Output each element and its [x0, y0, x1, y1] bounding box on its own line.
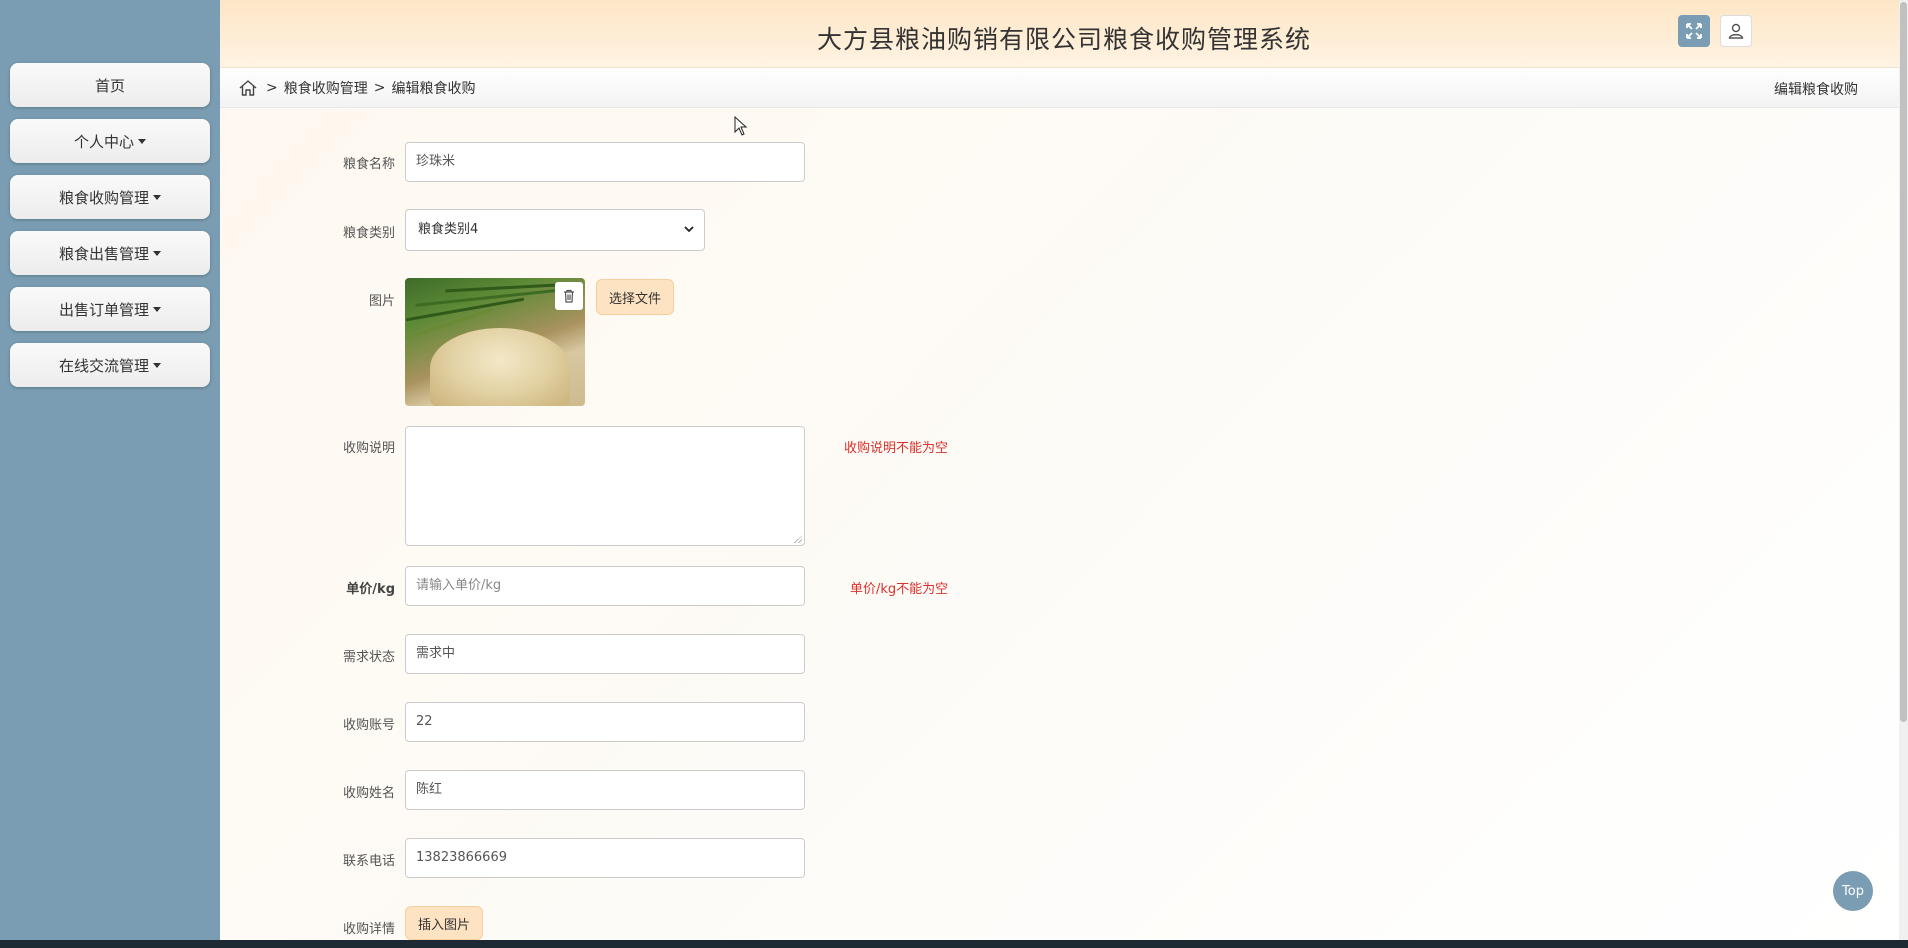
- category-select[interactable]: 粮食类别4: [405, 209, 705, 251]
- status-input[interactable]: 需求中: [405, 634, 805, 674]
- buyer-name-label: 收购姓名: [342, 786, 395, 801]
- detail-label: 收购详情: [342, 922, 395, 937]
- home-icon[interactable]: [238, 78, 258, 98]
- sidebar-item-label: 在线交流管理: [58, 356, 149, 375]
- sidebar-item-personal-center[interactable]: 个人中心: [10, 119, 210, 163]
- breadcrumb-separator: >: [373, 79, 386, 96]
- sidebar-item-label: 个人中心: [73, 132, 134, 151]
- user-menu-button[interactable]: [1720, 15, 1752, 47]
- sidebar-item-label: 粮食收购管理: [58, 188, 149, 207]
- sidebar-item-grain-purchase[interactable]: 粮食收购管理: [10, 175, 210, 219]
- sidebar: 首页 个人中心 粮食收购管理 粮食出售管理 出售订单管理 在线交流管理: [0, 0, 220, 940]
- sidebar-item-home[interactable]: 首页: [10, 63, 210, 107]
- caret-down-icon: [153, 194, 161, 200]
- delete-image-button[interactable]: [555, 282, 583, 310]
- user-icon: [1728, 23, 1744, 39]
- trash-icon: [564, 289, 574, 303]
- page-title: 大方县粮油购销有限公司粮食收购管理系统: [816, 25, 1311, 54]
- fullscreen-button[interactable]: [1678, 15, 1710, 47]
- sidebar-item-label: 首页: [94, 76, 125, 95]
- unit-price-label: 单价/kg: [346, 582, 395, 597]
- chevron-down-icon: [684, 226, 694, 233]
- sidebar-item-label: 出售订单管理: [58, 300, 149, 319]
- name-input[interactable]: 珍珠米: [405, 142, 805, 182]
- sidebar-item-label: 粮食出售管理: [58, 244, 149, 263]
- resize-handle[interactable]: [794, 535, 802, 543]
- image-label: 图片: [368, 294, 395, 309]
- sidebar-item-online-chat[interactable]: 在线交流管理: [10, 343, 210, 387]
- category-selected-value: 粮食类别4: [418, 222, 479, 237]
- description-textarea[interactable]: [405, 426, 805, 546]
- buyer-name-input[interactable]: 陈红: [405, 770, 805, 810]
- fullscreen-icon: [1686, 23, 1702, 39]
- unit-price-error: 单价/kg不能为空: [850, 582, 949, 597]
- caret-down-icon: [138, 138, 146, 144]
- account-label: 收购账号: [342, 718, 395, 733]
- unit-price-input[interactable]: 请输入单价/kg: [405, 566, 805, 606]
- breadcrumb-level1[interactable]: 粮食收购管理: [284, 78, 368, 98]
- breadcrumb-level2: 编辑粮食收购: [391, 80, 476, 97]
- breadcrumb-separator: >: [266, 79, 278, 96]
- breadcrumb: > 粮食收购管理 > 编辑粮食收购 编辑粮食收购: [220, 68, 1908, 108]
- mouse-cursor-icon: [734, 116, 748, 136]
- header: 大方县粮油购销有限公司粮食收购管理系统: [220, 0, 1908, 68]
- caret-down-icon: [153, 306, 161, 312]
- scrollbar[interactable]: [1899, 0, 1908, 940]
- insert-image-button[interactable]: 插入图片: [405, 906, 484, 940]
- phone-input[interactable]: 13823866669: [405, 838, 805, 878]
- description-error: 收购说明不能为空: [844, 441, 949, 456]
- account-input[interactable]: 22: [405, 702, 805, 742]
- description-label: 收购说明: [342, 441, 395, 456]
- category-label: 粮食类别: [342, 226, 395, 241]
- back-to-top-button[interactable]: Top: [1833, 871, 1873, 911]
- status-label: 需求状态: [342, 650, 395, 665]
- os-taskbar: [0, 940, 1908, 948]
- caret-down-icon: [153, 362, 161, 368]
- name-label: 粮食名称: [342, 157, 395, 172]
- scrollbar-thumb[interactable]: [1900, 2, 1907, 722]
- phone-label: 联系电话: [342, 854, 395, 869]
- choose-file-button[interactable]: 选择文件: [596, 279, 675, 315]
- caret-down-icon: [153, 250, 161, 256]
- sidebar-item-sales-orders[interactable]: 出售订单管理: [10, 287, 210, 331]
- sidebar-item-grain-sales[interactable]: 粮食出售管理: [10, 231, 210, 275]
- breadcrumb-right-title: 编辑粮食收购: [1774, 82, 1858, 98]
